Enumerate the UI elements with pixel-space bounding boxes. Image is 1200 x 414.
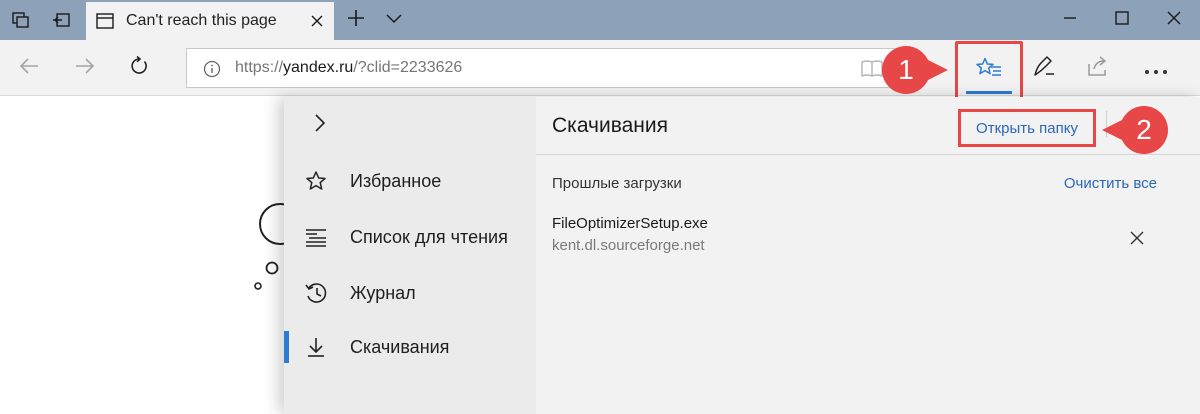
info-icon[interactable] [203, 60, 221, 78]
page-icon [96, 13, 114, 29]
hub-item-reading-list[interactable]: Список для чтения [284, 211, 536, 263]
new-tab-button[interactable] [342, 8, 370, 32]
pen-icon [1032, 54, 1056, 83]
minimize-icon [1063, 11, 1077, 30]
pin-hub-button[interactable] [306, 111, 334, 139]
remove-download-icon[interactable] [1128, 229, 1146, 247]
minimize-button[interactable] [1044, 0, 1096, 40]
download-file-name[interactable]: FileOptimizerSetup.exe [552, 215, 708, 232]
hub-navigation: Избранное Список для чтения Журнал Скачи… [284, 97, 536, 414]
tab-title: Can't reach this page [126, 12, 277, 29]
arrow-right-icon [75, 57, 95, 80]
hub-button[interactable] [964, 48, 1014, 92]
forward-button[interactable] [68, 52, 102, 84]
hub-item-label: Журнал [350, 282, 416, 303]
refresh-button[interactable] [122, 52, 156, 84]
hub-active-indicator [966, 91, 1012, 94]
close-window-button[interactable] [1148, 0, 1200, 40]
hub-item-history[interactable]: Журнал [284, 267, 536, 319]
maximize-icon [1115, 10, 1129, 30]
annotation-number: 1 [898, 54, 914, 85]
tabs-aside-icon [12, 12, 30, 28]
share-icon [1086, 55, 1110, 82]
hub-item-label: Избранное [350, 170, 442, 191]
pane-title: Скачивания [552, 114, 669, 137]
download-icon [304, 335, 328, 359]
hub-button-highlight [955, 41, 1023, 101]
favorites-hub-icon [976, 57, 1002, 84]
history-icon [304, 281, 328, 305]
more-button[interactable] [1138, 52, 1174, 84]
download-item[interactable]: FileOptimizerSetup.exe kent.dl.sourcefor… [536, 211, 1200, 267]
back-button[interactable] [12, 52, 46, 84]
address-bar[interactable]: https://yandex.ru/?clid=2233626 [186, 48, 896, 88]
chevron-down-icon [386, 11, 402, 29]
annotation-number: 2 [1136, 114, 1152, 145]
hub-item-favorites[interactable]: Избранное [284, 155, 536, 207]
tab-active[interactable]: Can't reach this page [86, 2, 334, 40]
annotation-callout-2: 2 [1100, 104, 1170, 156]
tab-close-icon[interactable] [308, 12, 326, 30]
hub-item-label: Скачивания [350, 336, 450, 357]
web-note-button[interactable] [1026, 52, 1062, 84]
maximize-button[interactable] [1096, 0, 1148, 40]
star-icon [304, 169, 328, 193]
url-scheme: https:// [235, 59, 284, 76]
open-folder-link[interactable]: Открыть папку [958, 109, 1096, 147]
url-path: /?clid=2233626 [353, 59, 463, 76]
tab-preview-button[interactable] [380, 8, 408, 32]
past-downloads-label: Прошлые загрузки [552, 175, 682, 192]
tab-manager-button[interactable] [2, 0, 40, 40]
chevron-right-icon [314, 113, 326, 138]
plus-icon [347, 9, 365, 32]
close-icon [1167, 11, 1181, 30]
share-button[interactable] [1080, 52, 1116, 84]
reading-list-icon [304, 225, 328, 249]
clear-all-link[interactable]: Очистить все [1064, 175, 1157, 192]
selected-indicator [284, 331, 289, 363]
hub-item-downloads[interactable]: Скачивания [284, 321, 536, 373]
download-source: kent.dl.sourceforge.net [552, 237, 705, 254]
arrow-left-icon [19, 57, 39, 80]
hub-panel: Избранное Список для чтения Журнал Скачи… [284, 97, 1200, 414]
refresh-icon [129, 55, 149, 81]
url-host: yandex.ru [283, 59, 354, 76]
annotation-callout-1: 1 [880, 44, 950, 96]
set-aside-icon [52, 12, 70, 28]
url-text: https://yandex.ru/?clid=2233626 [235, 59, 462, 77]
ellipsis-icon [1144, 55, 1168, 81]
hub-item-label: Список для чтения [350, 226, 508, 247]
set-aside-tabs-button[interactable] [42, 0, 80, 40]
title-bar: Can't reach this page [0, 0, 1200, 40]
browser-window: Can't reach this page https://yandex.ru/… [0, 0, 1200, 414]
